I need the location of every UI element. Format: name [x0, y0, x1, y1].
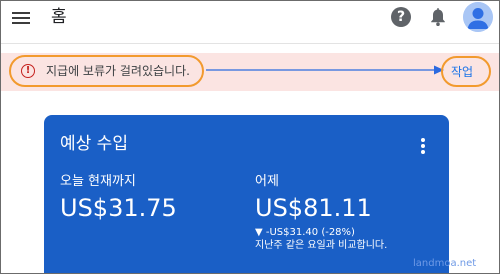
annotation-arrow-icon: [206, 65, 444, 75]
action-link[interactable]: 작업: [451, 64, 473, 80]
appbar-divider: [1, 43, 499, 44]
watermark: landmoa.net: [413, 258, 477, 269]
top-app-bar: 홈 ?: [1, 1, 499, 37]
yesterday-change: ▼ -US$31.40 (-28%): [255, 227, 355, 238]
yesterday-comparison-note: 지난주 같은 요일과 비교합니다.: [255, 240, 388, 251]
estimated-earnings-card: 예상 수입 오늘 현재까지 US$31.75 어제 US$81.11 ▼ -US…: [44, 115, 449, 273]
today-value: US$31.75: [60, 194, 177, 222]
bell-icon[interactable]: [427, 6, 449, 28]
screenshot-frame: 홈 ? ! 지급에 보류가 걸려있습니다. 작업 예상 수입 오늘 현재까지 U…: [0, 0, 500, 274]
today-label: 오늘 현재까지: [60, 174, 136, 189]
menu-icon[interactable]: [12, 11, 30, 25]
yesterday-label: 어제: [255, 174, 279, 189]
alert-message: 지급에 보류가 걸려있습니다.: [46, 64, 190, 78]
more-vert-icon[interactable]: [419, 137, 427, 155]
yesterday-value: US$81.11: [255, 194, 372, 222]
avatar-icon[interactable]: [463, 2, 493, 32]
card-title: 예상 수입: [60, 134, 128, 154]
help-icon[interactable]: ?: [391, 7, 411, 27]
error-icon: !: [21, 64, 35, 78]
page-title: 홈: [51, 7, 67, 27]
